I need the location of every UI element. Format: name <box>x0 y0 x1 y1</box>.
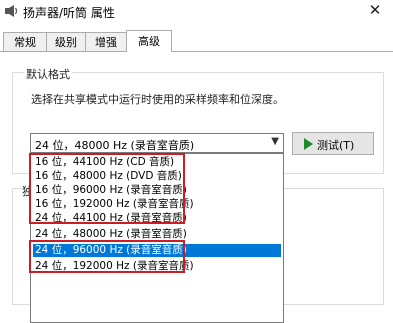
speaker-icon <box>5 5 18 17</box>
chevron-down-icon: ▼ <box>271 136 279 147</box>
default-format-title: 默认格式 <box>24 66 72 82</box>
dropdown-option[interactable]: 24 位，44100 Hz (录音室音质) <box>33 212 281 225</box>
dropdown-option[interactable]: 16 位，48000 Hz (DVD 音质) <box>33 170 281 183</box>
test-button[interactable]: 测试(T) <box>292 132 374 155</box>
dropdown-option[interactable]: 24 位，192000 Hz (录音室音质) <box>33 260 281 273</box>
tab-bar: 常规 级别 增强 高级 <box>0 30 393 52</box>
window-title: 扬声器/听筒 属性 <box>23 6 115 20</box>
title-bar: 扬声器/听筒 属性 ✕ <box>0 0 393 24</box>
tab-enhancements[interactable]: 增强 <box>85 32 127 51</box>
tab-levels[interactable]: 级别 <box>46 32 86 51</box>
sample-rate-dropdown-list: 16 位，44100 Hz (CD 音质) 16 位，48000 Hz (DVD… <box>30 153 284 323</box>
play-icon <box>304 138 313 150</box>
tab-general[interactable]: 常规 <box>3 32 47 51</box>
dropdown-option[interactable]: 24 位，48000 Hz (录音室音质) <box>33 228 281 241</box>
close-button[interactable]: ✕ <box>365 0 385 20</box>
dropdown-option[interactable]: 16 位，96000 Hz (录音室音质) <box>33 184 281 197</box>
dropdown-option-highlighted[interactable]: 24 位，96000 Hz (录音室音质) <box>33 244 281 257</box>
default-format-description: 选择在共享模式中运行时使用的采样频率和位深度。 <box>31 93 284 106</box>
tab-advanced[interactable]: 高级 <box>126 30 172 52</box>
test-button-label: 测试(T) <box>317 139 355 152</box>
dropdown-option[interactable]: 16 位，44100 Hz (CD 音质) <box>33 156 281 169</box>
dropdown-option[interactable]: 16 位，192000 Hz (录音室音质) <box>33 198 281 211</box>
sample-rate-select[interactable]: 24 位，48000 Hz (录音室音质) ▼ <box>30 133 284 153</box>
sample-rate-selected-value: 24 位，48000 Hz (录音室音质) <box>35 139 195 152</box>
